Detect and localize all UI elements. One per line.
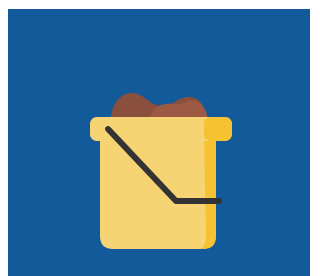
page — [0, 0, 318, 276]
bucket-body — [100, 135, 216, 249]
illustration-canvas — [8, 9, 310, 276]
bucket-rim-shade — [204, 117, 232, 141]
bucket-icon — [90, 92, 232, 249]
